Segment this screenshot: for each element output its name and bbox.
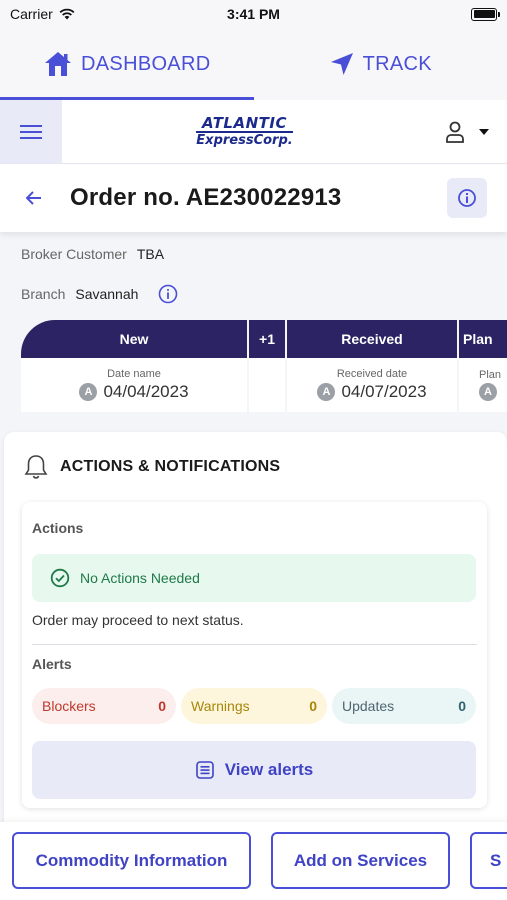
order-info-button[interactable] xyxy=(447,178,487,218)
step-received-date-value: 04/07/2023 xyxy=(341,382,427,401)
tab-dashboard-label: DASHBOARD xyxy=(81,52,211,75)
step-new-date-label: Date name xyxy=(107,368,161,380)
logo-line1: ATLANTIC xyxy=(202,114,287,132)
broker-value: TBA xyxy=(136,246,165,262)
branch-value: Savannah xyxy=(75,286,139,302)
actions-panel: Actions No Actions Needed Order may proc… xyxy=(22,502,487,808)
blockers-count: 0 xyxy=(158,698,166,714)
step-plan-body: Plan A xyxy=(459,358,507,412)
next-section-button[interactable]: S xyxy=(470,832,507,889)
step-new-date: A 04/04/2023 xyxy=(79,382,189,402)
blockers-label: Blockers xyxy=(42,698,96,714)
user-icon xyxy=(446,121,464,143)
branch-info-icon[interactable] xyxy=(158,284,178,304)
status-stepper[interactable]: New Date name A 04/04/2023 +1 Received R… xyxy=(21,320,507,412)
order-header: Order no. AE230022913 xyxy=(0,164,507,232)
step-plan-date: A xyxy=(479,383,497,401)
next-section-label: S xyxy=(490,850,502,870)
logo-line2: ExpressCorp. xyxy=(196,131,293,148)
no-actions-text: No Actions Needed xyxy=(80,570,200,586)
step-plan-date-label: Plan xyxy=(479,369,502,381)
updates-count: 0 xyxy=(458,698,466,714)
step-plan-badge: A xyxy=(479,383,497,401)
clock: 3:41 PM xyxy=(227,6,280,22)
top-nav: DASHBOARD TRACK xyxy=(0,28,507,100)
branch-row: Branch Savannah xyxy=(21,284,178,304)
step-received-badge: A xyxy=(317,383,336,401)
warnings-chip[interactable]: Warnings 0 xyxy=(181,688,327,724)
step-plan-name: Plan xyxy=(463,331,493,347)
card-title: ACTIONS & NOTIFICATIONS xyxy=(60,458,281,475)
warnings-count: 0 xyxy=(309,698,317,714)
broker-customer-row: Broker Customer TBA xyxy=(21,246,164,262)
view-alerts-label: View alerts xyxy=(224,760,314,779)
step-received-name: Received xyxy=(341,331,403,347)
hamburger-icon xyxy=(20,124,42,139)
step-received-body: Received date A 04/07/2023 xyxy=(287,358,457,412)
chevron-down-icon xyxy=(479,128,489,135)
tab-dashboard[interactable]: DASHBOARD xyxy=(0,28,254,100)
bell-icon xyxy=(24,455,48,479)
wifi-icon xyxy=(59,8,75,20)
commodity-information-button[interactable]: Commodity Information xyxy=(12,832,251,889)
step-received-date: A 04/07/2023 xyxy=(317,382,427,402)
commodity-information-label: Commodity Information xyxy=(35,850,228,870)
tab-track-label: TRACK xyxy=(362,52,432,75)
warnings-label: Warnings xyxy=(191,698,250,714)
actions-notifications-card: ACTIONS & NOTIFICATIONS Actions No Actio… xyxy=(4,432,507,832)
status-bar: Carrier 3:41 PM xyxy=(0,0,507,28)
step-more-header[interactable]: +1 xyxy=(249,320,285,358)
arrow-left-icon xyxy=(26,191,41,205)
company-logo: ATLANTIC ExpressCorp. xyxy=(62,116,427,147)
step-new-body: Date name A 04/04/2023 xyxy=(21,358,247,412)
blockers-chip[interactable]: Blockers 0 xyxy=(32,688,176,724)
no-actions-banner: No Actions Needed xyxy=(32,554,476,602)
add-on-services-label: Add on Services xyxy=(293,850,428,870)
step-received-header: Received xyxy=(287,320,457,358)
step-more-body xyxy=(249,358,285,412)
branch-label: Branch xyxy=(21,286,66,302)
step-new-header: New xyxy=(21,320,247,358)
carrier-label: Carrier xyxy=(10,6,53,22)
add-on-services-button[interactable]: Add on Services xyxy=(271,832,450,889)
divider xyxy=(32,644,477,645)
app-bar: ATLANTIC ExpressCorp. xyxy=(0,99,507,164)
order-title-label: Order no. xyxy=(70,184,180,211)
alerts-label: Alerts xyxy=(32,656,72,672)
page-title: Order no. AE230022913 xyxy=(70,184,341,212)
step-new-name: New xyxy=(119,331,149,347)
info-icon xyxy=(458,189,476,207)
step-plan-header: Plan xyxy=(459,320,507,358)
step-received-date-label: Received date xyxy=(336,368,408,380)
updates-chip[interactable]: Updates 0 xyxy=(332,688,476,724)
carrier-info: Carrier xyxy=(10,6,75,22)
bottom-action-bar: Commodity Information Add on Services S xyxy=(0,822,507,900)
broker-label: Broker Customer xyxy=(21,246,127,262)
actions-label: Actions xyxy=(32,520,84,536)
card-header: ACTIONS & NOTIFICATIONS xyxy=(24,454,280,480)
user-menu-button[interactable] xyxy=(427,100,507,164)
list-icon xyxy=(195,761,214,779)
location-arrow-icon xyxy=(330,53,353,75)
step-new-badge: A xyxy=(79,383,98,401)
menu-button[interactable] xyxy=(0,99,62,164)
step-more-count: +1 xyxy=(259,331,275,347)
updates-label: Updates xyxy=(342,698,395,714)
step-new-date-value: 04/04/2023 xyxy=(103,382,189,401)
tab-track[interactable]: TRACK xyxy=(254,28,507,100)
back-button[interactable] xyxy=(26,191,54,205)
proceed-message: Order may proceed to next status. xyxy=(32,612,244,628)
view-alerts-button[interactable]: View alerts xyxy=(32,741,476,799)
home-icon xyxy=(45,52,72,76)
battery-icon xyxy=(471,7,500,21)
check-circle-icon xyxy=(50,568,70,588)
order-number: AE230022913 xyxy=(185,184,342,211)
